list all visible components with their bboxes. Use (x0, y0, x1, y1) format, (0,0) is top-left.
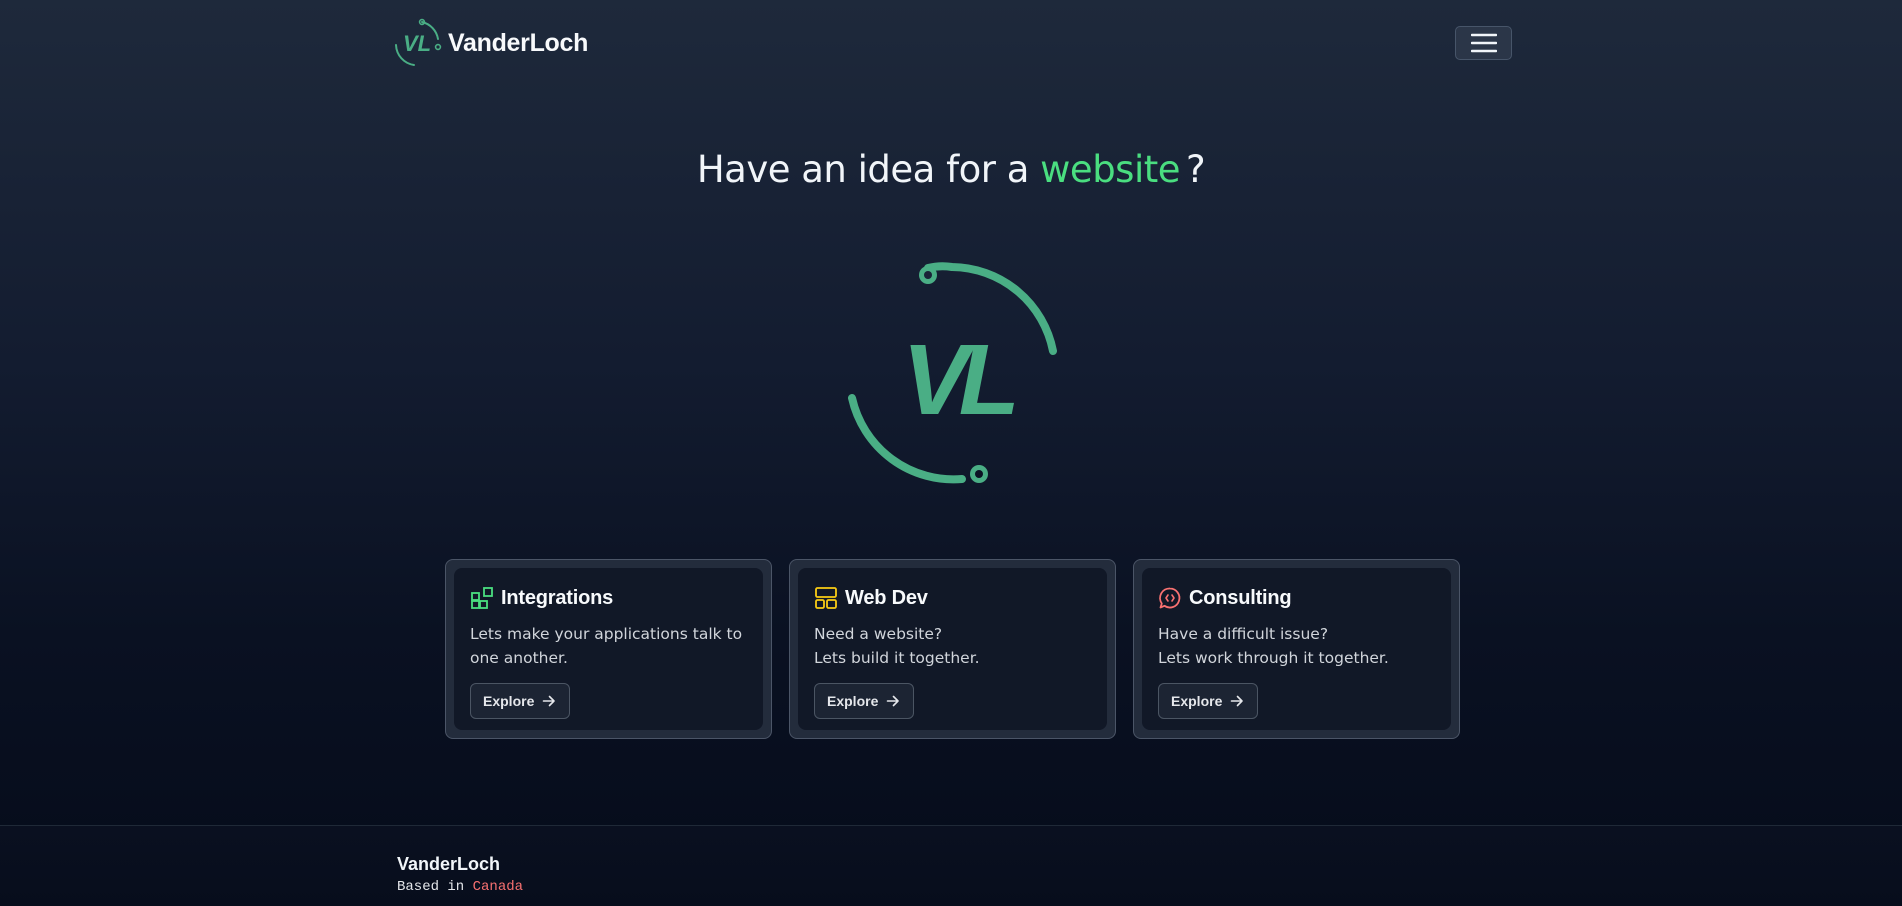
vl-logo-icon: VL (395, 18, 442, 66)
arrow-right-icon (543, 695, 556, 707)
service-cards: Integrations Lets make your applications… (445, 559, 1460, 739)
arrow-right-icon (887, 695, 900, 707)
arrow-right-icon (1231, 695, 1244, 707)
card-body: Web Dev Need a website? Lets build it to… (798, 568, 1107, 730)
hero-vl-logo-icon: VL (848, 262, 1057, 484)
card-integrations: Integrations Lets make your applications… (445, 559, 772, 739)
card-description: Have a difficult issue? Lets work throug… (1158, 625, 1389, 667)
explore-consulting-button[interactable]: Explore (1158, 683, 1259, 719)
integrations-grid-icon (471, 587, 493, 609)
svg-text:VL: VL (902, 324, 1015, 436)
card-title: Web Dev (845, 586, 928, 609)
card-header: Web Dev (814, 585, 1091, 611)
hero-title-prefix: Have an idea for a (696, 148, 1030, 191)
explore-integrations-button[interactable]: Explore (470, 683, 571, 719)
footer-brand-name: VanderLoch (397, 854, 501, 874)
site-footer: VanderLoch Based in Canada (0, 825, 1902, 906)
site-header: VL VanderLoch (0, 0, 1902, 86)
hero-title-suffix: ? (1186, 148, 1206, 191)
card-title: Integrations (501, 586, 614, 609)
hamburger-menu-icon (1470, 33, 1497, 53)
explore-web-dev-button[interactable]: Explore (814, 683, 915, 719)
card-description: Need a website? Lets build it together. (814, 625, 980, 667)
svg-text:VL: VL (403, 31, 431, 56)
card-body: Consulting Have a difficult issue? Lets … (1142, 568, 1451, 730)
card-body: Integrations Lets make your applications… (454, 568, 763, 730)
card-web-dev: Web Dev Need a website? Lets build it to… (789, 559, 1116, 739)
chat-code-icon (1159, 587, 1181, 609)
card-description: Lets make your applications talk to one … (470, 625, 743, 667)
brand-home-link[interactable]: VL VanderLoch (392, 18, 588, 68)
menu-toggle-button[interactable] (1455, 26, 1512, 60)
layout-panels-icon (815, 587, 837, 609)
footer-location-name: Canada (472, 879, 524, 895)
brand-name: VanderLoch (448, 28, 589, 57)
footer-location: Based in Canada (397, 879, 524, 895)
hero-title-accent: website (1040, 148, 1181, 191)
card-consulting: Consulting Have a difficult issue? Lets … (1133, 559, 1460, 739)
card-header: Consulting (1158, 585, 1435, 611)
card-title: Consulting (1189, 586, 1292, 609)
hero-title: Have an idea for a website? (0, 148, 1902, 191)
card-header: Integrations (470, 585, 747, 611)
